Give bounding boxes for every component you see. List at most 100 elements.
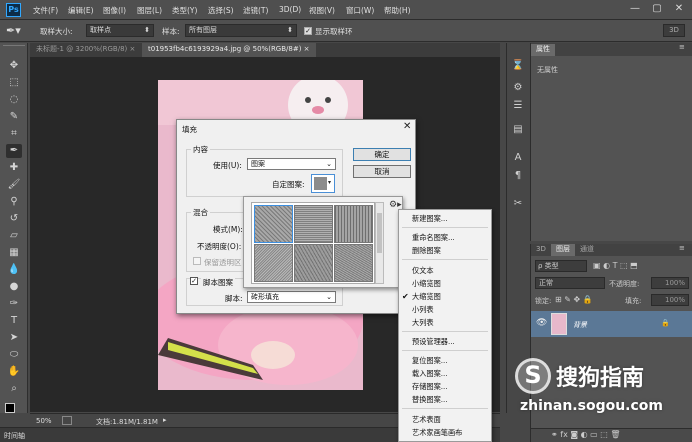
- move-tool-icon[interactable]: ✥: [6, 59, 22, 73]
- sample-select[interactable]: 所有图层 ⬍: [185, 24, 297, 37]
- eye-icon[interactable]: 👁: [536, 318, 547, 328]
- menu-view[interactable]: 视图(V): [309, 5, 335, 16]
- layer-kind-filter[interactable]: ρ 类型: [535, 260, 587, 272]
- menu-item-rename-pattern[interactable]: 重命名图案...: [399, 231, 491, 244]
- menu-select[interactable]: 选择(S): [208, 5, 234, 16]
- character-panel-icon[interactable]: A: [511, 151, 525, 165]
- brush-tool-icon[interactable]: 🖌: [6, 178, 22, 192]
- close-window-button[interactable]: ✕: [668, 0, 690, 18]
- foreground-color-swatch[interactable]: [5, 403, 15, 413]
- ok-button[interactable]: 确定: [353, 148, 411, 161]
- dialog-close-button[interactable]: ✕: [403, 121, 411, 132]
- panel-menu-icon[interactable]: ≡: [679, 244, 685, 252]
- paragraph-panel-icon[interactable]: ¶: [511, 169, 525, 183]
- minimize-button[interactable]: —: [624, 0, 646, 18]
- eyedropper-tool-icon[interactable]: ✒: [6, 144, 22, 158]
- adjustments-panel-icon[interactable]: ⚙: [511, 81, 525, 95]
- menu-item-large-thumbnail[interactable]: 大缩览图: [399, 290, 491, 303]
- pattern-swatch[interactable]: [254, 205, 293, 243]
- blur-tool-icon[interactable]: 💧: [6, 263, 22, 277]
- menu-window[interactable]: 窗口(W): [346, 5, 374, 16]
- pattern-swatch[interactable]: [254, 244, 293, 282]
- lasso-tool-icon[interactable]: ◌: [6, 93, 22, 107]
- menu-filter[interactable]: 滤镜(T): [243, 5, 268, 16]
- menu-3d[interactable]: 3D(D): [279, 5, 301, 14]
- menu-item-delete-pattern[interactable]: 删除图案: [399, 244, 491, 257]
- script-checkbox[interactable]: ✓: [190, 277, 198, 285]
- menu-item-reset-patterns[interactable]: 复位图案...: [399, 354, 491, 367]
- tab-channels[interactable]: 通道: [575, 244, 599, 256]
- menu-item-save-patterns[interactable]: 存储图案...: [399, 380, 491, 393]
- tab-layers[interactable]: 图层: [551, 244, 575, 256]
- fill-field[interactable]: 100%: [651, 294, 689, 306]
- crop-tool-icon[interactable]: ⌗: [6, 127, 22, 141]
- menu-item-artist-brushes-canvas[interactable]: 艺术家画笔画布: [399, 426, 491, 439]
- panel-menu-icon[interactable]: ≡: [679, 43, 685, 51]
- menu-file[interactable]: 文件(F): [33, 5, 58, 16]
- menu-item-artist-surfaces[interactable]: 艺术表面: [399, 413, 491, 426]
- menu-item-replace-patterns[interactable]: 替换图案...: [399, 393, 491, 406]
- scrollbar-thumb[interactable]: [377, 213, 382, 253]
- menu-item-small-thumbnail[interactable]: 小缩览图: [399, 277, 491, 290]
- tab-photo[interactable]: t01953fb4c6193929a4.jpg @ 50%(RGB/8#) ×: [142, 43, 316, 57]
- show-ring-checkbox[interactable]: ✓: [304, 27, 312, 35]
- blend-mode-select[interactable]: 正常: [535, 277, 605, 289]
- swatches-panel-icon[interactable]: ▤: [511, 123, 525, 137]
- tab-properties[interactable]: 属性: [531, 44, 555, 56]
- type-tool-icon[interactable]: T: [6, 314, 22, 328]
- cancel-button[interactable]: 取消: [353, 165, 411, 178]
- lock-icons[interactable]: ⊞ ✎ ✥ 🔒: [555, 295, 593, 304]
- marquee-tool-icon[interactable]: ⬚: [6, 76, 22, 90]
- menu-layer[interactable]: 图层(L): [137, 5, 162, 16]
- 3d-mode-button[interactable]: 3D: [663, 24, 685, 37]
- pattern-swatch[interactable]: [294, 205, 333, 243]
- zoom-tool-icon[interactable]: ⌕: [6, 382, 22, 396]
- history-brush-tool-icon[interactable]: ↺: [6, 212, 22, 226]
- brush-presets-icon[interactable]: ☰: [511, 99, 525, 113]
- tab-3d[interactable]: 3D: [531, 244, 551, 256]
- eraser-tool-icon[interactable]: ▱: [6, 229, 22, 243]
- layer-name[interactable]: 背景: [573, 320, 587, 330]
- menu-item-text-only[interactable]: 仅文本: [399, 264, 491, 277]
- sample-size-select[interactable]: 取样点 ⬍: [86, 24, 154, 37]
- toolbar-grip[interactable]: [3, 45, 25, 50]
- hand-tool-icon[interactable]: ✋: [6, 365, 22, 379]
- menu-type[interactable]: 类型(Y): [172, 5, 197, 16]
- clone-stamp-tool-icon[interactable]: ⚲: [6, 195, 22, 209]
- pen-tool-icon[interactable]: ✑: [6, 297, 22, 311]
- shape-tool-icon[interactable]: ⬭: [6, 348, 22, 362]
- filter-icons[interactable]: ▣ ◐ T ⬚ ⬒: [593, 261, 638, 270]
- path-select-tool-icon[interactable]: ➤: [6, 331, 22, 345]
- quick-select-tool-icon[interactable]: ✎: [6, 110, 22, 124]
- menu-item-preset-manager[interactable]: 预设管理器...: [399, 335, 491, 348]
- script-select[interactable]: 砖形填充 ⌄: [247, 291, 336, 303]
- tools-panel-icon[interactable]: ✂: [511, 197, 525, 211]
- menu-image[interactable]: 图像(I): [103, 5, 126, 16]
- zoom-level[interactable]: 50%: [36, 417, 52, 425]
- gradient-tool-icon[interactable]: ▦: [6, 246, 22, 260]
- picker-scrollbar[interactable]: [375, 202, 384, 284]
- timeline-label[interactable]: 时间轴: [4, 431, 25, 441]
- dodge-tool-icon[interactable]: ●: [6, 280, 22, 294]
- pattern-picker[interactable]: ▾: [311, 174, 335, 193]
- menu-edit[interactable]: 编辑(E): [68, 5, 94, 16]
- eyedropper-preset-icon[interactable]: ✒▾: [6, 23, 32, 38]
- healing-brush-tool-icon[interactable]: ✚: [6, 161, 22, 175]
- menu-item-small-list[interactable]: 小列表: [399, 303, 491, 316]
- opacity-field[interactable]: 100%: [651, 277, 689, 289]
- pattern-swatch[interactable]: [294, 244, 333, 282]
- pattern-swatch[interactable]: [334, 244, 373, 282]
- tab-untitled[interactable]: 未标题-1 @ 3200%(RGB/8) ×: [30, 43, 141, 57]
- layer-row-background[interactable]: 👁 背景 🔒: [531, 311, 692, 337]
- menu-item-load-patterns[interactable]: 载入图案...: [399, 367, 491, 380]
- pattern-swatch[interactable]: [334, 205, 373, 243]
- use-select[interactable]: 图案 ⌄: [247, 158, 336, 170]
- maximize-button[interactable]: ▢: [646, 0, 668, 18]
- history-panel-icon[interactable]: ⌛: [511, 59, 525, 73]
- menu-item-new-pattern[interactable]: 新建图案...: [399, 212, 491, 225]
- layers-footer-icons[interactable]: ⚭ fx ◙ ◐ ▭ ⬚ 🗑: [551, 430, 621, 439]
- export-icon[interactable]: [62, 416, 72, 425]
- menu-item-large-list[interactable]: 大列表: [399, 316, 491, 329]
- status-arrow-icon[interactable]: ▸: [163, 416, 167, 424]
- menu-help[interactable]: 帮助(H): [384, 5, 411, 16]
